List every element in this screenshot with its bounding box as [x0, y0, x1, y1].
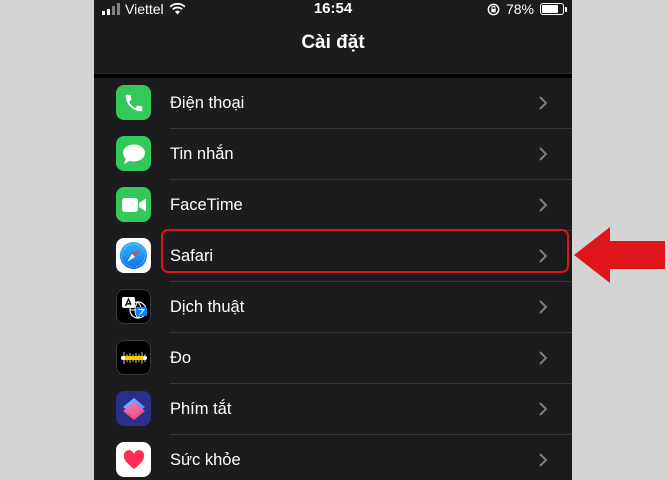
- translate-icon: [116, 289, 151, 324]
- chevron-right-icon: [539, 198, 548, 212]
- settings-item-phone[interactable]: Điện thoại: [94, 78, 572, 129]
- page-title: Cài đặt: [301, 32, 365, 53]
- settings-item-label: Đo: [170, 349, 192, 367]
- settings-item-label: Sức khỏe: [170, 451, 241, 469]
- shortcuts-icon: [116, 391, 151, 426]
- chevron-right-icon: [539, 453, 548, 467]
- settings-item-label: Phím tắt: [170, 400, 232, 418]
- battery-percent: 78%: [505, 1, 534, 17]
- safari-icon: [116, 238, 151, 273]
- measure-icon: [116, 340, 151, 375]
- rotation-lock-icon: [487, 3, 500, 15]
- settings-item-label: Dịch thuật: [170, 298, 245, 316]
- arrow-left-icon: [574, 227, 665, 283]
- health-icon: [116, 442, 151, 477]
- settings-item-translate[interactable]: Dịch thuật: [94, 282, 572, 333]
- settings-item-label: FaceTime: [170, 196, 243, 214]
- settings-item-label: Tin nhắn: [170, 145, 234, 163]
- status-bar: Viettel 16:54 78%: [94, 0, 572, 18]
- chevron-right-icon: [539, 96, 548, 110]
- chevron-right-icon: [539, 351, 548, 365]
- messages-icon: [116, 136, 151, 171]
- settings-item-measure[interactable]: Đo: [94, 333, 572, 384]
- settings-item-label: Điện thoại: [170, 94, 245, 112]
- chevron-right-icon: [539, 147, 548, 161]
- settings-list: Điện thoại Tin nhắn FaceTime Safari Dịch…: [94, 78, 572, 480]
- chevron-right-icon: [539, 300, 548, 314]
- safari-highlight-box: [161, 229, 569, 273]
- facetime-icon: [116, 187, 151, 222]
- phone-icon: [116, 85, 151, 120]
- settings-item-health[interactable]: Sức khỏe: [94, 435, 572, 480]
- settings-item-facetime[interactable]: FaceTime: [94, 180, 572, 231]
- settings-item-messages[interactable]: Tin nhắn: [94, 129, 572, 180]
- battery-icon: [540, 3, 567, 15]
- settings-item-shortcuts[interactable]: Phím tắt: [94, 384, 572, 435]
- navigation-bar: Cài đặt: [94, 18, 572, 74]
- chevron-right-icon: [539, 402, 548, 416]
